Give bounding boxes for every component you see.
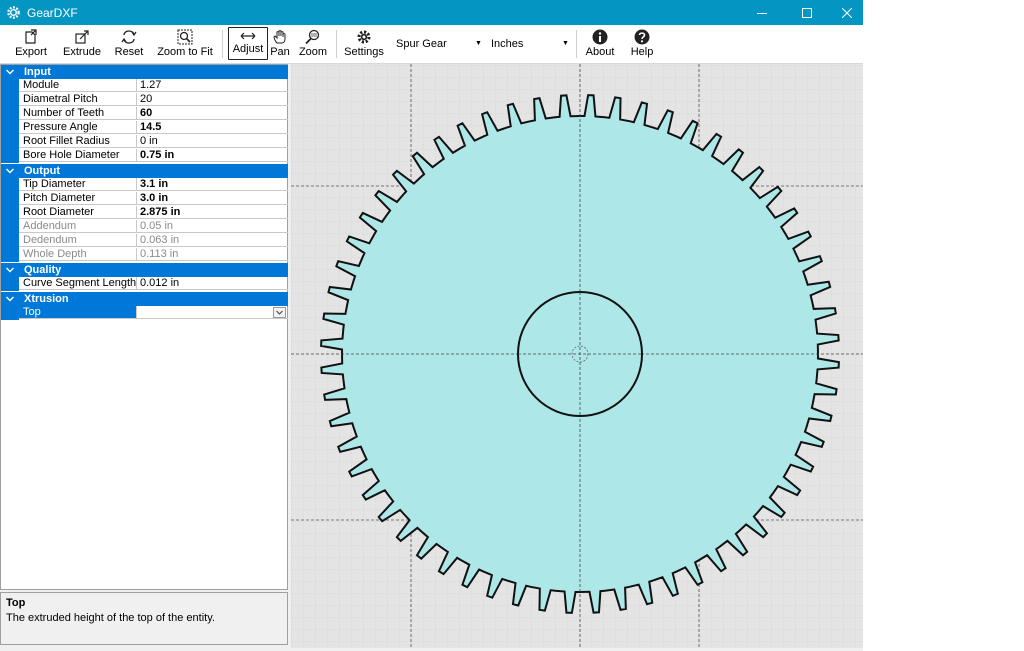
property-row-bore-hole-diameter[interactable]: Bore Hole Diameter 0.75 in: [1, 149, 288, 163]
property-value[interactable]: 3.1 in: [137, 178, 288, 191]
help-title: Top: [6, 597, 26, 609]
property-value[interactable]: 0.012 in: [137, 277, 288, 290]
extrude-icon: [75, 30, 89, 44]
maximize-icon: [802, 7, 812, 18]
category-xtrusion[interactable]: Xtrusion: [1, 292, 288, 306]
property-help-panel: Top The extruded height of the top of th…: [0, 592, 288, 645]
help-question-icon: [634, 29, 650, 45]
minimize-button[interactable]: [742, 0, 782, 25]
property-row-curve-segment-length[interactable]: Curve Segment Length 0.012 in: [1, 277, 288, 291]
property-value: 0.113 in: [137, 248, 288, 261]
close-button[interactable]: [827, 0, 867, 25]
property-value[interactable]: 14.5: [137, 121, 288, 134]
zoom-to-fit-button[interactable]: Zoom to Fit: [156, 27, 214, 61]
window-title: GearDXF: [27, 6, 78, 20]
settings-gear-icon: [357, 30, 371, 44]
gear-app-icon: [7, 6, 20, 19]
reset-icon: [121, 30, 137, 44]
chevron-collapse-icon: [6, 296, 14, 302]
top-value-dropdown[interactable]: [137, 306, 288, 319]
property-row-pitch-diameter[interactable]: Pitch Diameter 3.0 in: [1, 192, 288, 206]
property-row-module[interactable]: Module 1.27: [1, 79, 288, 93]
chevron-down-icon: ▼: [562, 40, 569, 47]
property-value[interactable]: 3.0 in: [137, 192, 288, 205]
property-grid: Input Module 1.27 Diametral Pitch 20 Numbe…: [0, 64, 288, 590]
chevron-collapse-icon: [6, 267, 14, 273]
chevron-collapse-icon: [6, 168, 14, 174]
property-row-pressure-angle[interactable]: Pressure Angle 14.5: [1, 121, 288, 135]
adjust-button[interactable]: Adjust: [228, 27, 268, 60]
export-button[interactable]: Export: [14, 27, 48, 61]
zoom-to-fit-icon: [177, 29, 193, 45]
info-icon: [592, 29, 608, 45]
units-select[interactable]: Inches ▼: [487, 34, 572, 54]
settings-button[interactable]: Settings: [344, 27, 384, 61]
property-value: 0.063 in: [137, 234, 288, 247]
property-row-tip-diameter[interactable]: Tip Diameter 3.1 in: [1, 178, 288, 192]
property-value[interactable]: 1.27: [137, 79, 288, 92]
adjust-arrows-icon: [240, 32, 256, 40]
property-row-root-diameter[interactable]: Root Diameter 2.875 in: [1, 206, 288, 220]
pan-button[interactable]: Pan: [268, 27, 292, 61]
gear-type-select[interactable]: Spur Gear ▼: [392, 34, 484, 54]
gear-drawing-canvas[interactable]: [291, 64, 863, 648]
minimize-icon: [757, 12, 767, 14]
category-output[interactable]: Output: [1, 164, 288, 178]
about-button[interactable]: About: [583, 27, 617, 61]
chevron-down-icon: ▼: [475, 40, 482, 47]
zoom-button[interactable]: Zoom: [297, 27, 329, 61]
chevron-collapse-icon: [6, 69, 14, 75]
property-value[interactable]: 0.75 in: [137, 149, 288, 162]
title-bar: GearDXF: [0, 0, 863, 25]
property-row-diametral-pitch[interactable]: Diametral Pitch 20: [1, 93, 288, 107]
export-icon: [25, 29, 37, 44]
app-window: GearDXF Export Extrude Reset Zoom to Fit…: [0, 0, 863, 651]
property-value: 0.05 in: [137, 220, 288, 233]
category-input[interactable]: Input: [1, 65, 288, 79]
property-value[interactable]: 20: [137, 93, 288, 106]
property-row-dedendum: Dedendum 0.063 in: [1, 234, 288, 248]
toolbar: Export Extrude Reset Zoom to Fit Adjust …: [0, 25, 863, 64]
extrude-button[interactable]: Extrude: [62, 27, 102, 61]
category-quality[interactable]: Quality: [1, 263, 288, 277]
dropdown-button[interactable]: [273, 307, 286, 318]
property-value[interactable]: 0 in: [137, 135, 288, 148]
property-row-addendum: Addendum 0.05 in: [1, 220, 288, 234]
property-row-root-fillet-radius[interactable]: Root Fillet Radius 0 in: [1, 135, 288, 149]
property-row-number-of-teeth[interactable]: Number of Teeth 60: [1, 107, 288, 121]
maximize-button[interactable]: [787, 0, 827, 25]
property-row-top[interactable]: Top: [1, 306, 288, 320]
chevron-down-icon: [276, 310, 283, 315]
help-description: The extruded height of the top of the en…: [6, 612, 215, 624]
close-icon: [842, 7, 852, 18]
property-row-whole-depth: Whole Depth 0.113 in: [1, 248, 288, 262]
reset-button[interactable]: Reset: [114, 27, 144, 61]
pan-hand-icon: [273, 29, 286, 44]
help-button[interactable]: Help: [628, 27, 656, 61]
property-value[interactable]: 60: [137, 107, 288, 120]
zoom-magnifier-icon: [305, 29, 320, 45]
property-value[interactable]: 2.875 in: [137, 206, 288, 219]
